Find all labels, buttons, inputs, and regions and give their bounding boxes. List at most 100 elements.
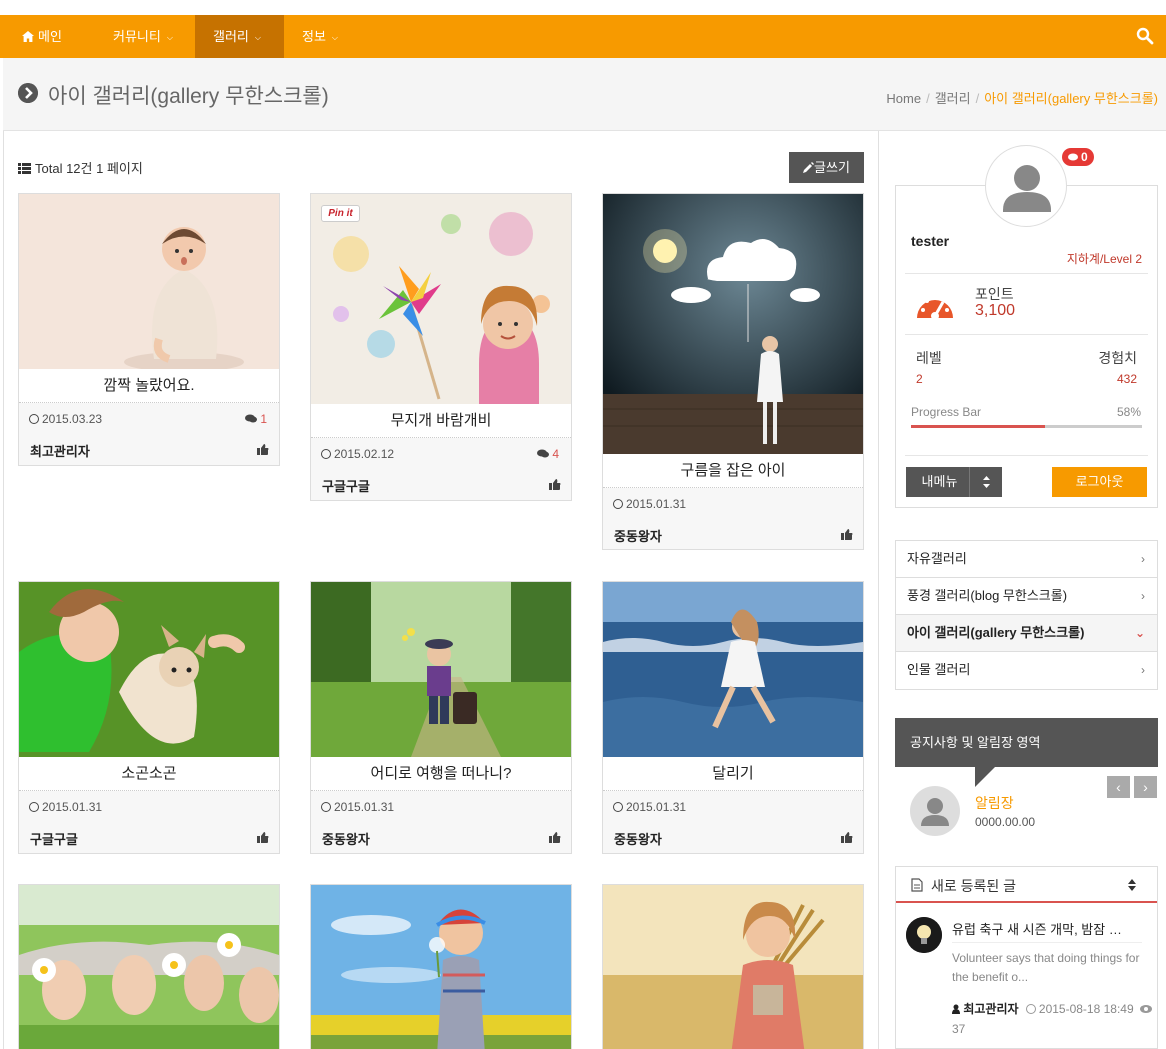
card-author[interactable]: 중동왕자 [322, 829, 370, 848]
notice-pointer [975, 767, 995, 787]
total-text: Total 12건 1 페이지 [35, 161, 143, 176]
progress-fill [911, 425, 1045, 428]
nav-item-label: 정보 [302, 29, 326, 44]
recent-posts-header: 새로 등록된 글 [896, 867, 1157, 903]
card-author[interactable]: 구글구글 [30, 829, 78, 848]
nav-item-community[interactable]: 커뮤니티 ⌵ [95, 15, 191, 58]
card-caption[interactable]: 구름을 잡은 아이 [603, 454, 863, 488]
divider [905, 455, 1148, 456]
thumbs-up-icon[interactable] [841, 832, 853, 843]
avatar[interactable] [985, 145, 1067, 227]
running-girl-photo [603, 582, 863, 757]
notice-title[interactable]: 알림장 [975, 793, 1014, 813]
category-item-kids[interactable]: 아이 갤러리(gallery 무한스크롤) ⌄ [896, 615, 1157, 652]
category-item-landscape[interactable]: 풍경 갤러리(blog 무한스크롤) › [896, 578, 1157, 615]
my-menu-toggle[interactable] [969, 467, 1002, 497]
level-value: 2 [916, 372, 923, 386]
card-caption[interactable]: 어디로 여행을 떠나니? [311, 757, 571, 791]
thumbs-up-icon[interactable] [257, 444, 269, 455]
card-author[interactable]: 구글구글 [322, 476, 370, 495]
category-item-free[interactable]: 자유갤러리 › [896, 541, 1157, 578]
card-author[interactable]: 최고관리자 [30, 441, 90, 460]
my-menu-button[interactable]: 내메뉴 [906, 467, 973, 497]
card-date: 2015.02.12 [321, 447, 394, 461]
cloud-girl-photo [603, 194, 863, 454]
logout-button[interactable]: 로그아웃 [1052, 467, 1147, 497]
write-label: 글쓰기 [814, 160, 850, 175]
nav-item-main[interactable]: 메인 [4, 15, 80, 58]
breadcrumb-gallery[interactable]: 갤러리 [935, 91, 971, 106]
message-badge[interactable]: 0 [1062, 148, 1094, 166]
gallery-card[interactable]: 소곤소곤 2015.01.31 구글구글 [18, 581, 280, 854]
post-title[interactable]: 유럽 축구 새 시즌 개막, 밤잠 … [952, 919, 1122, 938]
gallery-thumbnail[interactable] [311, 582, 571, 757]
card-caption[interactable]: 무지개 바람개비 [311, 404, 571, 438]
gallery-card[interactable] [602, 884, 864, 1049]
divider [905, 273, 1148, 274]
page-header: 아이 갤러리(gallery 무한스크롤) Home / 갤러리 / 아이 갤러리(ga… [3, 58, 1166, 131]
breadcrumb-home[interactable]: Home [886, 91, 921, 106]
thumbs-up-icon[interactable] [549, 832, 561, 843]
card-caption[interactable]: 달리기 [603, 757, 863, 791]
gallery-card[interactable]: Pin it 무지개 바람개비 2015.02.12 4 구글구글 [310, 193, 572, 501]
notice-header: 공지사항 및 알림장 영역 [895, 718, 1158, 767]
gallery-card[interactable]: 깜짝 놀랐어요. 2015.03.23 1 최고관리자 [18, 193, 280, 466]
progress-percent: 58% [1116, 405, 1141, 419]
comments-icon [1068, 153, 1078, 161]
gallery-thumbnail[interactable] [603, 194, 863, 454]
chevron-circle-right-icon [18, 83, 38, 103]
category-item-people[interactable]: 인물 갤러리 › [896, 652, 1157, 689]
pinit-button[interactable]: Pin it [321, 205, 360, 222]
gallery-thumbnail[interactable] [19, 194, 279, 369]
divider [952, 942, 1142, 943]
gallery-thumbnail[interactable] [603, 885, 863, 1049]
gallery-card[interactable] [310, 884, 572, 1049]
card-caption[interactable]: 소곤소곤 [19, 757, 279, 791]
gallery-thumbnail[interactable] [603, 582, 863, 757]
card-author[interactable]: 중동왕자 [614, 829, 662, 848]
thumbs-up-icon[interactable] [257, 832, 269, 843]
post-avatar [906, 917, 942, 953]
progress-bar [911, 425, 1142, 428]
level-name: 지하계/Level 2 [1066, 252, 1142, 266]
gallery-card[interactable]: 어디로 여행을 떠나니? 2015.01.31 중동왕자 [310, 581, 572, 854]
top-nav: 메인 커뮤니티 ⌵ 갤러리 ⌵ 정보 ⌵ [0, 15, 1166, 58]
post-author[interactable]: 최고관리자 [963, 1002, 1018, 1016]
point-value: 3,100 [975, 302, 1016, 319]
card-date: 2015.03.23 [29, 412, 102, 426]
thumbs-up-icon[interactable] [549, 479, 561, 490]
next-button[interactable]: › [1134, 776, 1157, 798]
sort-icon [983, 476, 990, 488]
card-date: 2015.01.31 [613, 497, 686, 511]
list-icon [18, 163, 31, 174]
search-icon[interactable] [1136, 27, 1154, 45]
gallery-card[interactable] [18, 884, 280, 1049]
thumbs-up-icon[interactable] [841, 529, 853, 540]
write-button[interactable]: 글쓰기 [789, 152, 864, 183]
card-caption[interactable]: 깜짝 놀랐어요. [19, 369, 279, 403]
card-author[interactable]: 중동왕자 [614, 526, 662, 545]
post-excerpt: Volunteer says that doing things for the… [952, 951, 1140, 984]
home-icon [22, 31, 34, 42]
chevron-down-icon: ⌵ [331, 33, 338, 42]
post-date: 2015-08-18 18:49 [1038, 1002, 1134, 1016]
divider [905, 334, 1148, 335]
nav-item-gallery[interactable]: 갤러리 ⌵ [195, 15, 284, 58]
gallery-thumbnail[interactable] [19, 582, 279, 757]
gallery-card[interactable]: 달리기 2015.01.31 중동왕자 [602, 581, 864, 854]
nav-item-label: 갤러리 [213, 29, 249, 44]
breadcrumb-current: 아이 갤러리(gallery 무한스크롤) [984, 91, 1158, 106]
gallery-card[interactable]: 구름을 잡은 아이 2015.01.31 중동왕자 [602, 193, 864, 550]
prev-button[interactable]: ‹ [1107, 776, 1130, 798]
gallery-thumbnail[interactable]: Pin it [311, 194, 571, 404]
comments-icon [537, 449, 550, 458]
comments-icon [245, 414, 258, 423]
clock-icon [321, 802, 331, 812]
notice-avatar [910, 786, 960, 836]
gallery-thumbnail[interactable] [19, 885, 279, 1049]
clock-icon [613, 802, 623, 812]
user-icon [1003, 165, 1051, 212]
gallery-thumbnail[interactable] [311, 885, 571, 1049]
nav-item-info[interactable]: 정보 ⌵ [284, 15, 356, 58]
sort-icon[interactable] [1127, 878, 1137, 892]
